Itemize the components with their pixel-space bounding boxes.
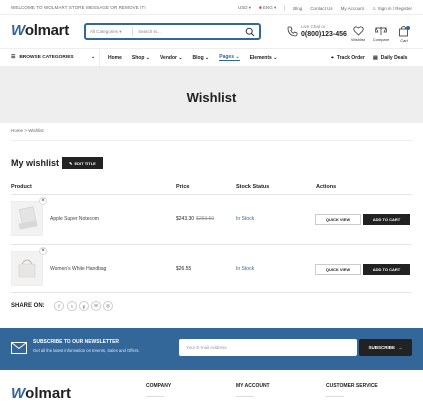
wishlist-heading: My wishlist bbox=[11, 158, 60, 168]
tag-icon: ▤ bbox=[373, 54, 378, 61]
footer-link-placeholder bbox=[146, 396, 164, 397]
nav-item-home[interactable]: Home bbox=[108, 55, 122, 61]
remove-item-button[interactable]: × bbox=[39, 197, 47, 205]
column-header-actions: Actions bbox=[316, 184, 337, 190]
quick-view-button[interactable]: QUICK VIEW bbox=[315, 214, 361, 225]
column-header-stock: Stock Status bbox=[236, 184, 270, 190]
product-image[interactable] bbox=[11, 201, 43, 236]
quick-view-button[interactable]: QUICK VIEW bbox=[315, 264, 361, 275]
welcome-message: WELCOME TO WOLMART STORE MESSAGE OR REMO… bbox=[11, 5, 146, 10]
menu-icon: ☰ bbox=[11, 55, 16, 60]
divider bbox=[284, 5, 286, 11]
blog-link[interactable]: Blog bbox=[293, 6, 302, 11]
nav-item-elements[interactable]: Elements ⌄ bbox=[250, 55, 278, 61]
share-label: SHARE ON: bbox=[11, 303, 45, 309]
whatsapp-icon[interactable]: ◎ bbox=[103, 301, 113, 311]
nav-item-vendor[interactable]: Vendor ⌄ bbox=[160, 55, 183, 61]
laptop-image bbox=[18, 206, 38, 230]
breadcrumb: Home > Wishlist bbox=[11, 128, 44, 133]
my-account-link[interactable]: My Account bbox=[341, 6, 364, 11]
divider bbox=[11, 194, 412, 195]
search-bar: All Categories ▾ Search in... bbox=[84, 23, 261, 40]
breadcrumb-home[interactable]: Home bbox=[11, 128, 23, 133]
search-input[interactable]: Search in... bbox=[133, 29, 245, 34]
product-name[interactable]: Women's White Handbag bbox=[50, 266, 106, 272]
newsletter-email-input[interactable]: Your E-mail Address bbox=[179, 339, 357, 356]
newsletter-subtitle: Get all the latest information on Events… bbox=[33, 348, 140, 353]
table-row: × Apple Super Notecom $243.30 $253.50 In … bbox=[0, 196, 423, 243]
column-header-product: Product bbox=[11, 184, 32, 190]
user-icon: ☺ bbox=[371, 5, 377, 11]
live-chat[interactable]: Live Chat or : 0(800)123-456 bbox=[287, 24, 347, 38]
compare-link[interactable]: Compare bbox=[369, 26, 393, 42]
nav-item-blog[interactable]: Blog ⌄ bbox=[193, 55, 210, 61]
daily-deals-link[interactable]: ▤ Daily Deals bbox=[373, 49, 407, 66]
add-to-cart-button[interactable]: ADD TO CART bbox=[363, 214, 410, 225]
sign-in-link[interactable]: ☺ Sign in / Register bbox=[372, 6, 412, 11]
category-select[interactable]: All Categories ▾ bbox=[86, 27, 133, 36]
phone-icon bbox=[287, 26, 298, 37]
bag-icon bbox=[399, 26, 410, 37]
footer-heading-company: COMPANY bbox=[146, 383, 172, 389]
phone-number: 0(800)123-456 bbox=[301, 30, 347, 38]
wishlist-link[interactable]: Wishlist bbox=[346, 26, 370, 42]
top-bar-right: USD ▾ ■ ENG ▾ Blog Contact Us My Account… bbox=[238, 5, 412, 11]
divider bbox=[11, 140, 412, 141]
chevron-down-icon: ⌄ bbox=[90, 55, 95, 60]
browse-categories-button[interactable]: ☰ BROWSE CATEGORIES ⌄ bbox=[11, 49, 100, 66]
product-price: $26.55 bbox=[176, 266, 192, 272]
product-image[interactable] bbox=[11, 251, 43, 286]
page-title-banner: Wishlist bbox=[0, 66, 423, 123]
currency-select[interactable]: USD ▾ bbox=[238, 5, 251, 11]
handbag-image bbox=[18, 259, 36, 278]
newsletter-section: SUBSCRIBE TO OUR NEWSLETTER Get all the … bbox=[0, 328, 423, 370]
edit-title-button[interactable]: ✎ EDIT TITLE bbox=[62, 157, 103, 169]
map-pin-icon: ⌖ bbox=[331, 54, 334, 61]
stock-status: In Stock bbox=[236, 216, 255, 222]
newsletter-title: SUBSCRIBE TO OUR NEWSLETTER bbox=[33, 339, 120, 345]
logo[interactable]: Wolmart bbox=[11, 22, 69, 39]
footer-logo[interactable]: Wolmart bbox=[11, 385, 71, 402]
breadcrumb-separator: > bbox=[24, 128, 27, 133]
stock-status: In Stock bbox=[236, 266, 255, 272]
nav-menu: Home Shop ⌄ Vendor ⌄ Blog ⌄ Pages ⌄ Elem… bbox=[108, 49, 277, 66]
divider bbox=[11, 292, 412, 293]
compare-icon bbox=[375, 26, 387, 35]
email-icon[interactable]: ✉ bbox=[91, 301, 101, 311]
contact-link[interactable]: Contact Us bbox=[310, 6, 332, 11]
breadcrumb-current: Wishlist bbox=[28, 128, 44, 133]
nav-item-shop[interactable]: Shop ⌄ bbox=[132, 55, 150, 61]
remove-item-button[interactable]: × bbox=[39, 247, 47, 255]
nav-item-pages[interactable]: Pages ⌄ bbox=[219, 54, 240, 61]
search-icon[interactable] bbox=[245, 27, 255, 37]
table-row: × Women's White Handbag $26.55 In Stock … bbox=[0, 246, 423, 292]
language-select[interactable]: ■ ENG ▾ bbox=[259, 5, 276, 11]
divider bbox=[11, 244, 412, 245]
cart-link[interactable]: Cart bbox=[392, 26, 416, 43]
product-name[interactable]: Apple Super Notecom bbox=[50, 216, 99, 222]
column-header-price: Price bbox=[176, 184, 190, 190]
live-chat-label: Live Chat or : bbox=[301, 24, 328, 29]
track-order-link[interactable]: ⌖ Track Order bbox=[331, 49, 365, 66]
pencil-icon: ✎ bbox=[69, 160, 73, 166]
old-price: $253.50 bbox=[196, 216, 215, 222]
footer-heading-service: CUSTOMER SERVICE bbox=[326, 383, 378, 389]
product-price: $243.30 $253.50 bbox=[176, 216, 215, 222]
main-nav: ☰ BROWSE CATEGORIES ⌄ Home Shop ⌄ Vendor… bbox=[0, 48, 423, 67]
envelope-icon bbox=[11, 342, 27, 354]
arrow-right-icon: → bbox=[398, 345, 403, 350]
pinterest-icon[interactable]: p bbox=[79, 301, 89, 311]
heart-icon bbox=[352, 26, 364, 36]
footer-link-placeholder bbox=[236, 396, 254, 397]
add-to-cart-button[interactable]: ADD TO CART bbox=[363, 264, 410, 275]
top-bar: WELCOME TO WOLMART STORE MESSAGE OR REMO… bbox=[0, 0, 423, 15]
page-title: Wishlist bbox=[186, 90, 237, 105]
footer-heading-account: MY ACCOUNT bbox=[236, 383, 270, 389]
footer-link-placeholder bbox=[326, 396, 344, 397]
subscribe-button[interactable]: SUBSCRIBE → bbox=[359, 339, 412, 356]
facebook-icon[interactable]: f bbox=[54, 301, 64, 311]
twitter-icon[interactable]: t bbox=[67, 301, 77, 311]
